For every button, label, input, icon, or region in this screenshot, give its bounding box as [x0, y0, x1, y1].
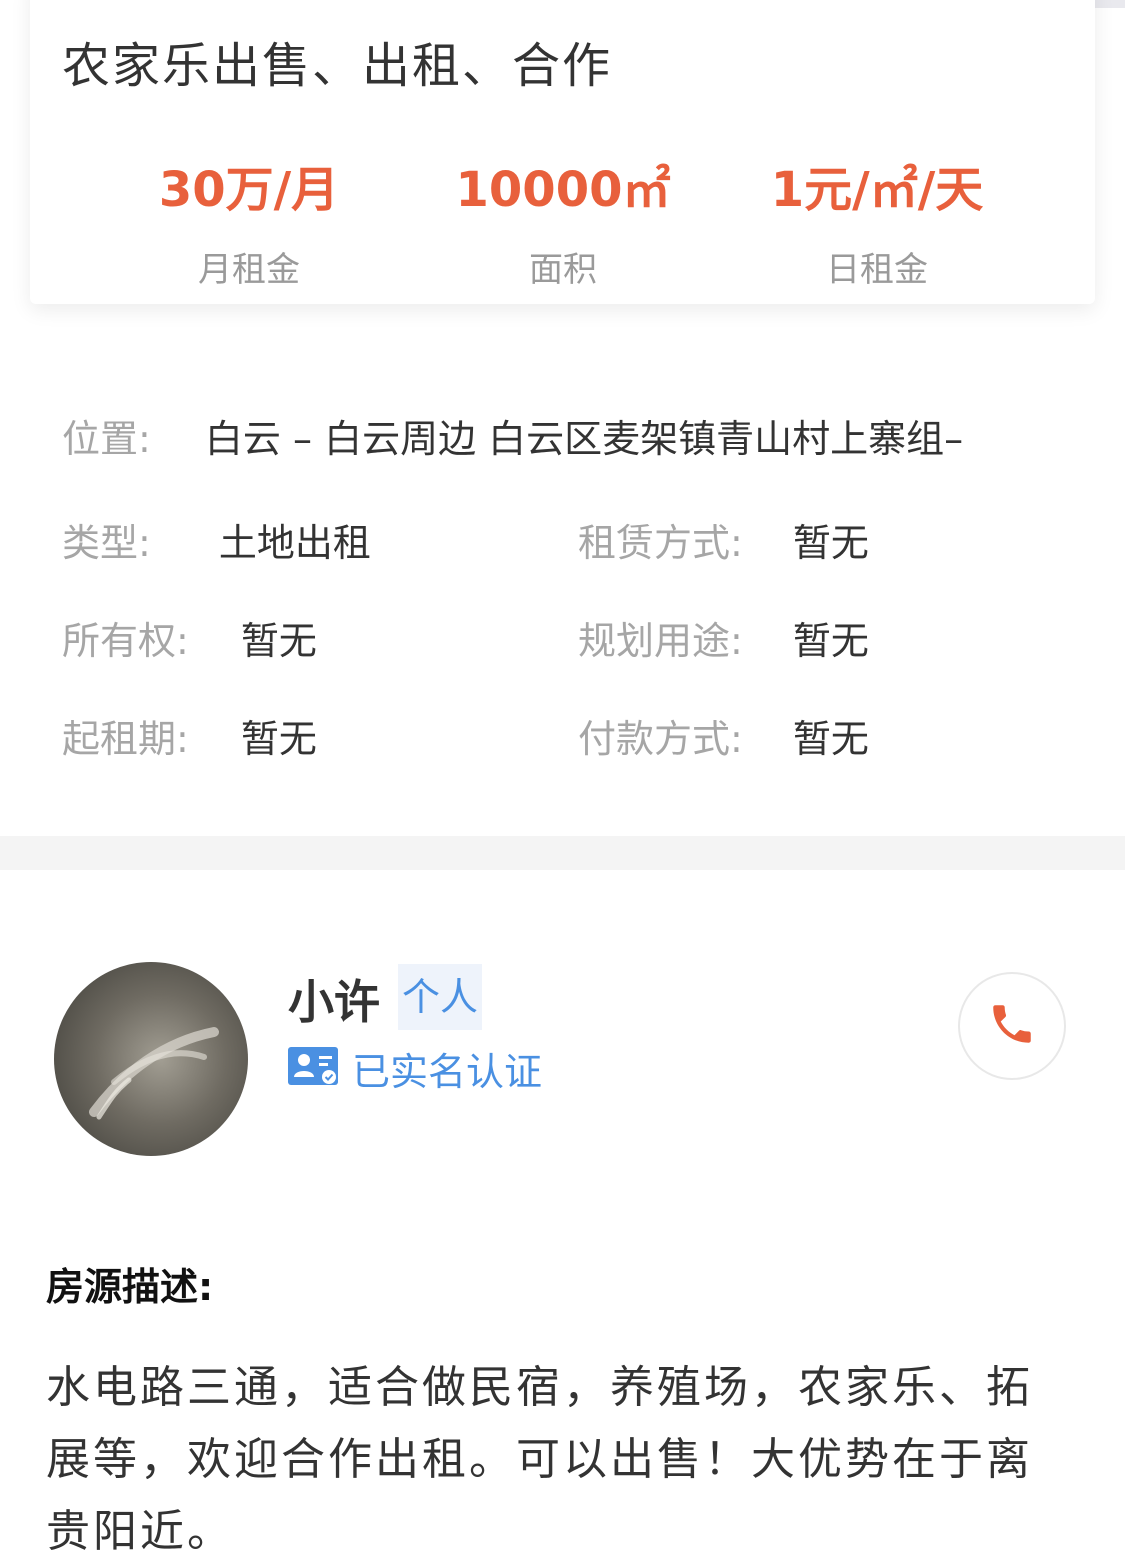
- detail-lease: 租赁方式: 暂无: [578, 512, 869, 567]
- top-corner-strip: [1095, 0, 1125, 8]
- stat-monthly-rent: 30万/月 月租金: [84, 150, 414, 291]
- detail-label: 类型:: [62, 521, 151, 565]
- stat-label: 日租金: [826, 250, 928, 290]
- phone-icon: [987, 999, 1037, 1053]
- agent-type-badge: 个人: [398, 964, 483, 1030]
- stat-daily-rent: 1元/㎡/天 日租金: [712, 150, 1042, 291]
- description-text: 水电路三通，适合做民宿，养殖场，农家乐、拓展等，欢迎合作出租。可以出售！大优势在…: [46, 1362, 1033, 1557]
- detail-ownership: 所有权: 暂无: [62, 610, 317, 665]
- detail-value: 暂无: [792, 521, 869, 565]
- listing-title: 农家乐出售、出租、合作: [62, 38, 613, 94]
- detail-location: 位置: 白云 – 白云周边 白云区麦架镇青山村上寨组–: [62, 408, 963, 463]
- avatar[interactable]: [54, 962, 248, 1156]
- stat-value: 30万/月: [158, 162, 340, 218]
- detail-label: 所有权:: [62, 619, 189, 663]
- description-title: 房源描述:: [46, 1265, 214, 1309]
- detail-planning: 规划用途: 暂无: [578, 610, 869, 665]
- detail-label: 规划用途:: [578, 619, 743, 663]
- detail-value: 暂无: [240, 619, 317, 663]
- detail-label: 租赁方式:: [578, 521, 743, 565]
- agent-name: 小许: [288, 975, 380, 1029]
- stat-label: 月租金: [198, 250, 300, 290]
- detail-type: 类型: 土地出租: [62, 512, 371, 567]
- stat-label: 面积: [529, 250, 597, 290]
- detail-value: 土地出租: [218, 521, 371, 565]
- stat-value: 10000㎡: [455, 162, 671, 218]
- detail-value: 暂无: [792, 619, 869, 663]
- verified-text: 已实名认证: [352, 1049, 543, 1094]
- stat-value: 1元/㎡/天: [770, 162, 984, 218]
- detail-label: 位置:: [62, 417, 151, 461]
- detail-label: 付款方式:: [578, 717, 743, 761]
- stat-area: 10000㎡ 面积: [398, 150, 728, 291]
- detail-label: 起租期:: [62, 717, 189, 761]
- detail-value: 暂无: [240, 717, 317, 761]
- section-divider: [0, 836, 1125, 870]
- id-card-icon: [288, 1047, 338, 1089]
- verified-badge: 已实名认证: [288, 1046, 542, 1094]
- avatar-image: [89, 1027, 219, 1120]
- call-button[interactable]: [958, 972, 1066, 1080]
- detail-value: 白云 – 白云周边 白云区麦架镇青山村上寨组–: [204, 417, 964, 461]
- detail-value: 暂无: [792, 717, 869, 761]
- detail-payment: 付款方式: 暂无: [578, 708, 869, 763]
- detail-start: 起租期: 暂无: [62, 708, 317, 763]
